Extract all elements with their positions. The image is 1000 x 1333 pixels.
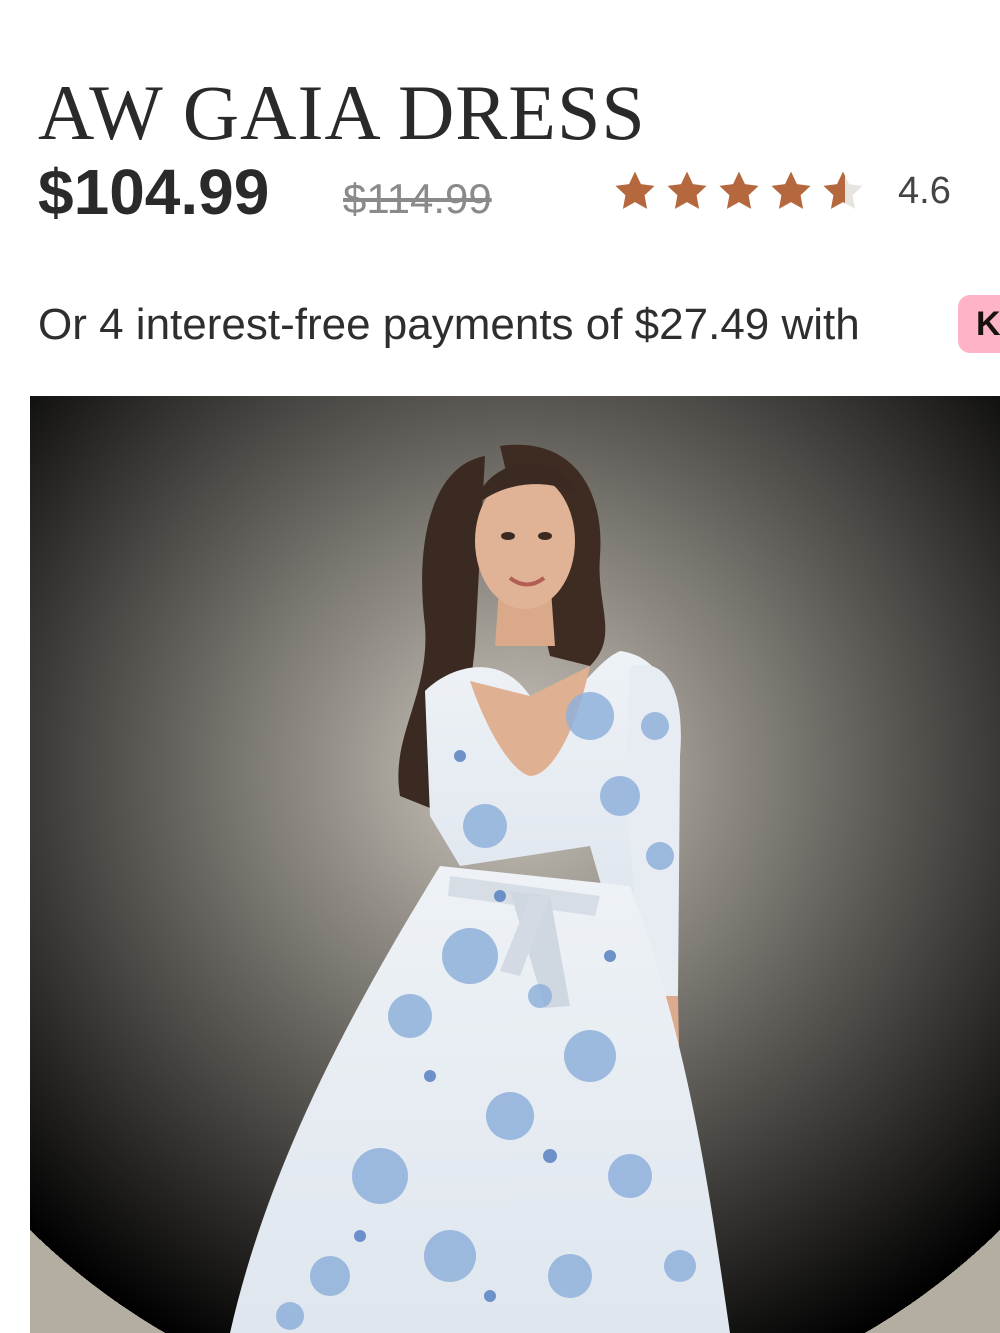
product-title: AW GAIA DRESS xyxy=(38,69,646,157)
half-star-icon xyxy=(823,171,863,209)
rating[interactable]: 4.6 xyxy=(612,168,951,214)
star-icon xyxy=(615,171,655,209)
star-icon xyxy=(771,171,811,209)
product-photo xyxy=(30,396,1000,1333)
klarna-badge[interactable]: K xyxy=(958,295,1000,353)
price-row: $104.99 $114.99 4.6 xyxy=(38,160,1000,240)
rating-value: 4.6 xyxy=(898,169,951,212)
installments-row: Or 4 interest-free payments of $27.49 wi… xyxy=(38,295,1000,365)
product-image[interactable] xyxy=(30,396,1000,1333)
installments-text: Or 4 interest-free payments of $27.49 wi… xyxy=(38,300,860,349)
star-icon xyxy=(719,171,759,209)
star-icon xyxy=(667,171,707,209)
price-current: $104.99 xyxy=(38,160,270,228)
price-original: $114.99 xyxy=(343,175,492,222)
